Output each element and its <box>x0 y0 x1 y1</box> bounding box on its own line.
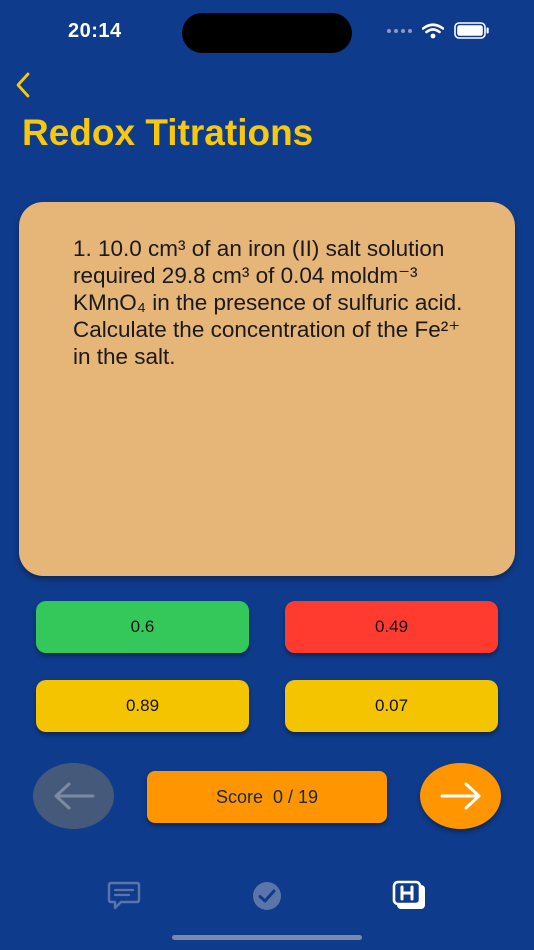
tab-home[interactable] <box>390 878 430 914</box>
checkmark-circle-icon <box>253 882 281 910</box>
score-value: 0 / 19 <box>272 786 319 807</box>
answer-button-1[interactable]: 0.6 <box>36 601 249 653</box>
answer-button-3[interactable]: 0.89 <box>36 680 249 732</box>
tab-check[interactable] <box>247 878 287 914</box>
question-text: 1. 10.0 cm³ of an iron (II) salt solutio… <box>73 236 463 369</box>
tab-chat[interactable] <box>104 878 144 914</box>
back-button[interactable] <box>10 68 36 102</box>
status-indicators <box>387 22 490 39</box>
previous-question-button[interactable] <box>33 763 114 829</box>
h-logo-icon <box>392 880 425 909</box>
answer-button-2[interactable]: 0.49 <box>285 601 498 653</box>
next-question-button[interactable] <box>420 763 501 829</box>
home-indicator <box>172 935 362 940</box>
question-card: 1. 10.0 cm³ of an iron (II) salt solutio… <box>19 202 515 576</box>
score-display: Score 0 / 19 <box>147 771 387 823</box>
battery-icon <box>454 22 489 39</box>
signal-dots-icon <box>387 28 412 33</box>
dynamic-island <box>182 13 352 53</box>
page-title: Redox Titrations <box>22 112 314 153</box>
wifi-icon <box>422 22 444 38</box>
status-time: 20:14 <box>68 20 122 42</box>
score-label: Score <box>215 786 263 807</box>
chat-icon <box>107 881 141 910</box>
arrow-left-icon <box>54 782 94 810</box>
answer-button-4[interactable]: 0.07 <box>285 680 498 732</box>
arrow-right-icon <box>440 782 480 810</box>
quiz-screen: 20:14 Redox Titrations 1. 10.0 cm³ of an… <box>0 0 534 950</box>
chevron-left-icon <box>16 72 30 98</box>
